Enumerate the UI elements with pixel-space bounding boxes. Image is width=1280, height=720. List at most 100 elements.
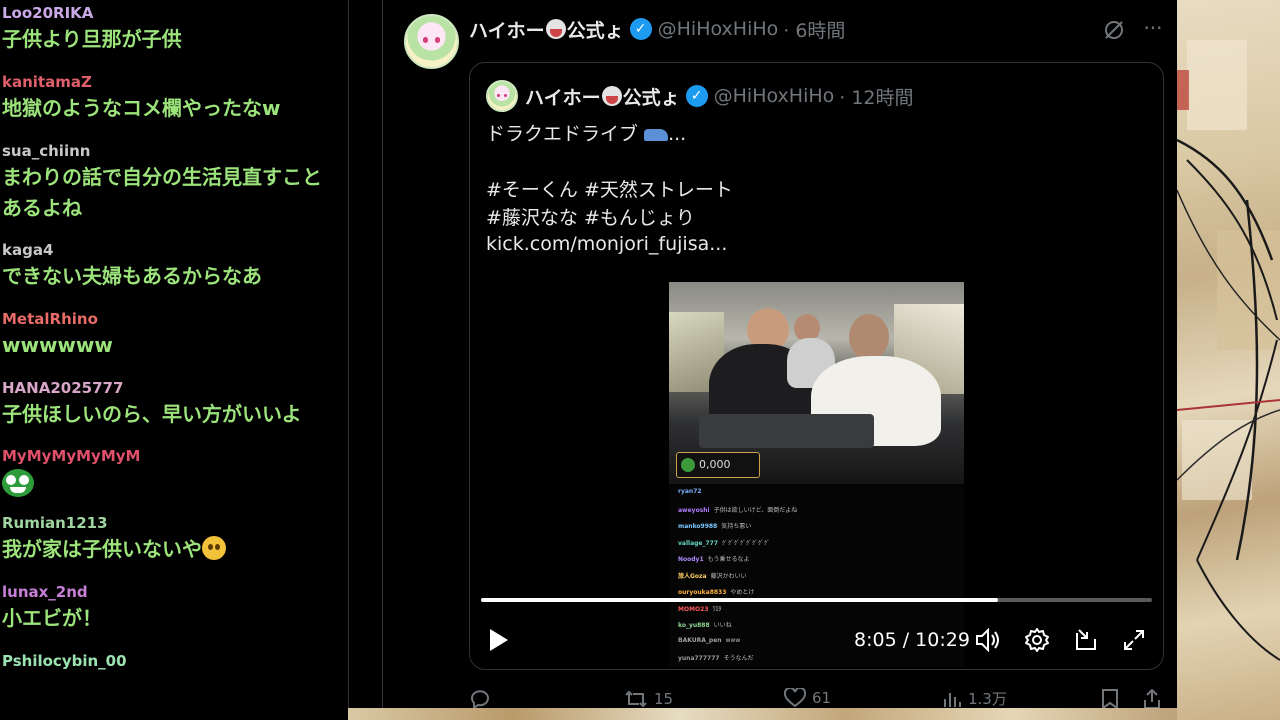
decorative-wallpaper [1177,0,1280,720]
chat-text-content: 我が家は子供いないや [2,537,202,561]
quoted-author-handle: @HiHoxHiHo [713,85,835,107]
chat-message: sua_chiinn まわりの話で自分の生活見直すことあるよね [0,140,348,224]
overlay-chat-name: vallage_777 [678,539,719,547]
chat-username: MyMyMyMyMyM [2,447,141,465]
thinking-emoji-icon [202,536,226,560]
tweet-time[interactable]: · 6時間 [783,16,845,43]
author-name-suffix[interactable]: 公式ょ [567,16,624,43]
chat-username: MetalRhino [2,310,98,328]
overlay-chat-line: vallage_777 ｸﾞｸﾞｸﾞｸﾞｸﾞｸﾞｸﾞｸﾞ [678,538,770,547]
share-button[interactable] [1142,688,1168,710]
quoted-tweet-time: · 12時間 [839,86,914,109]
chat-text: 子供ほしいのら、早い方がいいよ [2,402,302,426]
retweet-count: 15 [654,690,674,708]
video-camera-feed: 0,000 [669,282,964,484]
more-options-icon[interactable]: ··· [1141,18,1165,42]
chat-username: sua_chiinn [2,142,91,160]
like-button[interactable]: 61 [784,688,831,708]
quoted-tweet-header: ハイホー 公式ょ ✓ @HiHoxHiHo · 12時間 [525,82,914,110]
views-button[interactable]: 1.3万 [942,688,1007,709]
quoted-text-main: ドラクエドライブ [486,123,639,145]
overlay-chat-name: yuna777777 [678,655,720,662]
overlay-chat-name: ryan72 [678,488,702,495]
overlay-chat-line: 旅人Goza 藤沢かわいい [678,571,747,580]
overlay-chat-text: ｸﾞｸﾞｸﾞｸﾞｸﾞｸﾞｸﾞｸﾞ [722,539,771,547]
reply-button[interactable] [469,688,497,710]
overlay-chat-line: MOMO23 ﾜﾛﾀ [678,604,722,613]
video-progress-fill [481,598,998,602]
chat-message: kanitamaZ 地獄のようなコメ欄やったなw [0,71,348,124]
stream-link[interactable]: kick.com/monjori_fujisa... [486,233,727,255]
chat-message: MetalRhino wwwwww [0,308,348,361]
volume-button[interactable] [973,623,1003,657]
pip-button[interactable] [1071,623,1101,657]
retweet-button[interactable]: 15 [624,688,673,710]
quoted-text-line1: ドラクエドライブ ... [486,119,686,146]
chat-text: まわりの話で自分の生活見直すことあるよね [2,165,322,220]
overlay-chat-name: ko_yu888 [678,622,710,629]
overlay-chat-text: 子供は欲しいけど、面倒だよね [713,506,798,514]
chat-message: HANA2025777 子供ほしいのら、早い方がいいよ [0,377,348,430]
author-name[interactable]: ハイホー [469,16,545,43]
chat-panel: Loo20RIKA 子供より旦那が子供 kanitamaZ 地獄のようなコメ欄や… [0,0,348,720]
overlay-chat-line: BAKURA_pen www [678,637,740,644]
chat-text: できない夫婦もあるからなあ [2,264,262,288]
chat-message: Pshilocybin_00 [0,650,348,672]
overlay-chat-name: ouryouka8833 [678,589,727,596]
tweet-header: ハイホー 公式ょ ✓ @HiHoxHiHo · 6時間 [469,15,845,43]
chef-emoji-icon [601,86,622,106]
chat-username: kaga4 [2,241,54,259]
overlay-chat-text: もう乗せるなよ [707,556,750,563]
overlay-chat-line: ryan72 [678,488,706,495]
overlay-chat-text: そうなんだ [723,655,754,662]
chat-username: Loo20RIKA [2,4,94,22]
chat-message: lunax_2nd 小エビが！ [0,581,348,634]
overlay-chat-line: Noody1 もう乗せるなよ [678,554,749,563]
chat-text: 我が家は子供いないや [2,534,348,565]
overlay-chat-name: manko9988 [678,523,718,530]
quoted-author-avatar[interactable] [486,80,518,112]
chat-text: 地獄のようなコメ欄やったなw [2,96,281,120]
bookmark-button[interactable] [1101,688,1125,710]
chat-message: Rumian1213 我が家は子供いないや [0,512,348,565]
fullscreen-button[interactable] [1119,623,1149,657]
video-progress-bar[interactable] [481,598,1152,602]
overlay-chat-line: ouryouka8833 やめとけ [678,587,754,596]
car-emoji-icon [644,129,669,141]
chat-username: Rumian1213 [2,514,108,532]
video-time: 8:05 / 10:29 [854,629,970,651]
hashtags-line2[interactable]: #藤沢なな #もんじょり [486,203,695,230]
verified-badge-icon: ✓ [629,18,652,40]
chat-username: HANA2025777 [2,379,124,397]
grok-icon[interactable] [1102,18,1126,42]
overlay-chat-text: www [725,636,741,644]
quoted-text-ellipsis: ... [668,123,687,145]
overlay-chat-text: 気持ち悪い [721,523,752,530]
overlay-chat-text: ﾜﾛﾀ [712,605,722,613]
overlay-chat-line: ko_yu888 いいね [678,620,732,629]
overlay-chat-text: 藤沢かわいい [710,572,747,580]
chat-username: lunax_2nd [2,583,88,601]
overlay-chat-name: 旅人Goza [678,572,707,580]
video-frame[interactable]: 0,000 ryan72 aweyoshi 子供は欲しいけど、面倒だよね manko9… [669,282,964,667]
hashtags-line1[interactable]: #そーくん #天然ストレート [486,175,733,202]
chat-message: MyMyMyMyMyM [0,445,348,506]
overlay-chat-name: aweyoshi [678,506,710,514]
chat-username: Pshilocybin_00 [2,652,127,670]
chat-message: kaga4 できない夫婦もあるからなあ [0,239,348,292]
chat-text: 子供より旦那が子供 [2,27,182,51]
overlay-chat-name: Noody1 [678,556,704,563]
quoted-tweet[interactable]: ハイホー 公式ょ ✓ @HiHoxHiHo · 12時間 ドラクエドライブ ..… [469,62,1164,670]
author-avatar[interactable] [404,14,459,69]
settings-gear-icon[interactable] [1022,623,1052,657]
decorative-wallpaper-strip [348,708,1177,720]
chat-text: wwwwww [2,333,113,357]
overlay-chat-line: yuna777777 そうなんだ [678,653,754,662]
author-handle[interactable]: @HiHoxHiHo [658,18,779,40]
overlay-chat-line: aweyoshi 子供は欲しいけど、面倒だよね [678,505,797,514]
overlay-chat-text: やめとけ [730,589,755,596]
chat-text [2,467,348,506]
donation-badge: 0,000 [676,452,760,478]
overlay-chat-name: MOMO23 [678,605,709,613]
play-button[interactable] [484,623,514,657]
